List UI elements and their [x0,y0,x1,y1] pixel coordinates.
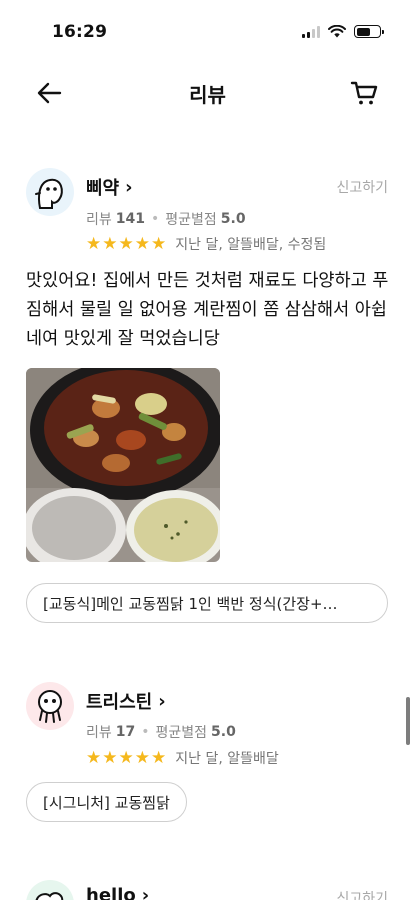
avatar[interactable] [26,168,74,216]
star-icon: ★ [102,233,118,254]
report-button[interactable]: 신고하기 [336,177,388,197]
review-meta: 지난 달, 알뜰배달 [175,751,279,767]
wifi-icon [328,25,346,38]
review-count: 141 [115,211,145,227]
star-icon: ★ [151,747,167,768]
star-icon: ★ [86,233,102,254]
octopus-avatar-icon [38,690,62,723]
avg-rating-label: 평균별점 [155,725,208,741]
star-icon: ★ [134,233,150,254]
rating-row: ★ ★ ★ ★ ★ 지난 달, 알뜰배달, 수정됨 [86,234,326,254]
chevron-right-icon: › [141,885,150,900]
battery-icon [354,25,384,38]
star-icon: ★ [118,747,134,768]
separator-dot: • [141,724,150,740]
rating-row: ★ ★ ★ ★ ★ 지난 달, 알뜰배달 [86,748,279,768]
review-photo[interactable] [26,368,220,562]
review-text: 맛있어요! 집에서 만든 것처럼 재료도 다양하고 푸짐해서 물릴 일 없어용 … [26,271,389,349]
nav-header: 리뷰 [0,62,415,122]
chevron-right-icon: › [158,690,166,712]
nickname-text: hello [86,885,136,900]
star-icon: ★ [118,233,134,254]
review-count-label: 리뷰 [86,212,112,228]
separator-dot: • [151,211,160,227]
star-icon: ★ [102,747,118,768]
status-icons [302,25,384,38]
menu-chip[interactable]: [시그니처] 교동찜닭 [26,782,187,822]
avg-rating: 5.0 [211,724,236,740]
nickname-text: 삐약 [86,178,120,199]
avg-rating-label: 평균별점 [165,212,217,228]
status-bar: 16:29 [0,0,415,62]
review-meta: 지난 달, 알뜰배달, 수정됨 [175,237,327,253]
star-icon: ★ [134,747,150,768]
reviewer-name[interactable]: 트리스틴 › [86,688,166,714]
reviewer-name[interactable]: 삐약 › [86,174,133,200]
chevron-right-icon: › [125,176,133,198]
reviewer-name[interactable]: hello › [86,885,149,900]
cart-icon[interactable] [349,77,379,107]
menu-chip[interactable]: [교동식]메인 교동찜닭 1인 백반 정식(간장+… [26,583,388,623]
reviewer-stats: 리뷰 17 • 평균별점 5.0 [86,722,236,742]
avatar[interactable] [26,880,74,900]
reviewer-stats: 리뷰 141 • 평균별점 5.0 [86,209,246,229]
report-button[interactable]: 신고하기 [336,888,388,900]
cellular-signal-icon [302,25,320,38]
review-count-label: 리뷰 [86,725,112,741]
avg-rating: 5.0 [220,211,246,227]
food-photo-image [26,368,220,562]
nickname-text: 트리스틴 [86,692,153,713]
avatar[interactable] [26,682,74,730]
ghost-avatar-icon [35,178,63,209]
cloud-avatar-icon [35,892,64,900]
review-count: 17 [115,724,136,740]
star-icon: ★ [86,747,102,768]
status-time: 16:29 [52,22,108,42]
star-icon: ★ [151,233,167,254]
scrollbar[interactable] [406,697,410,745]
